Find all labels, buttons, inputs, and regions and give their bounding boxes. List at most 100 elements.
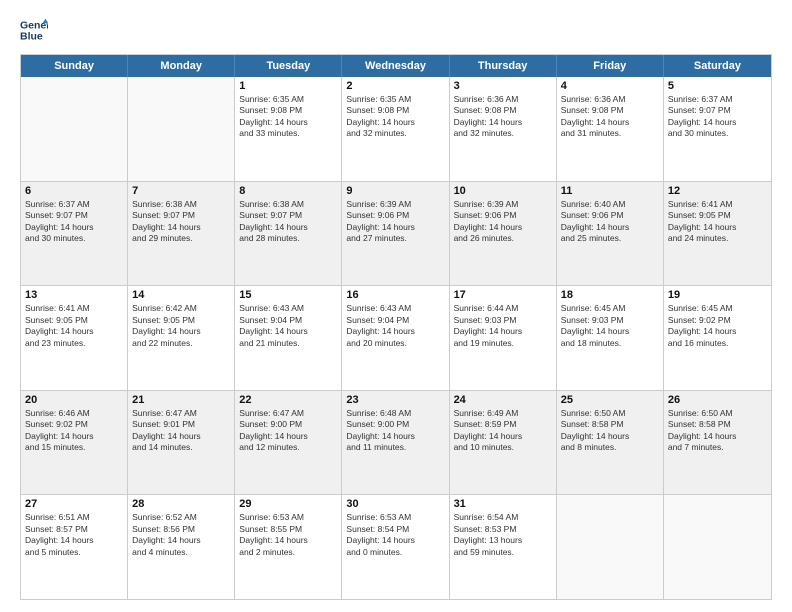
day-cell-6: 6 Sunrise: 6:37 AM Sunset: 9:07 PM Daylig… bbox=[21, 182, 128, 286]
day-number: 25 bbox=[561, 394, 659, 406]
day-number: 8 bbox=[239, 185, 337, 197]
day-cell-12: 12 Sunrise: 6:41 AM Sunset: 9:05 PM Dayli… bbox=[664, 182, 771, 286]
day-info: Sunrise: 6:54 AM Sunset: 8:53 PM Dayligh… bbox=[454, 512, 552, 558]
day-cell-26: 26Sunrise: 6:50 AM Sunset: 8:58 PM Dayli… bbox=[664, 391, 771, 495]
day-header-tuesday: Tuesday bbox=[235, 55, 342, 77]
day-info: Sunrise: 6:45 AM Sunset: 9:03 PM Dayligh… bbox=[561, 303, 659, 349]
day-cell-empty bbox=[664, 495, 771, 599]
day-number: 31 bbox=[454, 498, 552, 510]
day-info: Sunrise: 6:38 AM Sunset: 9:07 PM Dayligh… bbox=[132, 199, 230, 245]
day-info: Sunrise: 6:41 AM Sunset: 9:05 PM Dayligh… bbox=[25, 303, 123, 349]
day-number: 29 bbox=[239, 498, 337, 510]
day-number: 28 bbox=[132, 498, 230, 510]
day-cell-10: 10 Sunrise: 6:39 AM Sunset: 9:06 PM Dayli… bbox=[450, 182, 557, 286]
day-number: 24 bbox=[454, 394, 552, 406]
svg-text:Blue: Blue bbox=[20, 31, 43, 43]
day-info: Sunrise: 6:39 AM Sunset: 9:06 PM Dayligh… bbox=[454, 199, 552, 245]
day-number: 12 bbox=[668, 185, 767, 197]
day-cell-23: 23 Sunrise: 6:48 AM Sunset: 9:00 PM Dayli… bbox=[342, 391, 449, 495]
day-info: Sunrise: 6:53 AM Sunset: 8:54 PM Dayligh… bbox=[346, 512, 444, 558]
day-cell-4: 4Sunrise: 6:36 AM Sunset: 9:08 PM Daylig… bbox=[557, 77, 664, 181]
day-cell-30: 30 Sunrise: 6:53 AM Sunset: 8:54 PM Dayli… bbox=[342, 495, 449, 599]
day-cell-19: 19Sunrise: 6:45 AM Sunset: 9:02 PM Dayli… bbox=[664, 286, 771, 390]
day-number: 3 bbox=[454, 80, 552, 92]
day-number: 20 bbox=[25, 394, 123, 406]
day-cell-empty bbox=[21, 77, 128, 181]
day-info: Sunrise: 6:51 AM Sunset: 8:57 PM Dayligh… bbox=[25, 512, 123, 558]
day-info: Sunrise: 6:48 AM Sunset: 9:00 PM Dayligh… bbox=[346, 408, 444, 454]
day-header-sunday: Sunday bbox=[21, 55, 128, 77]
day-info: Sunrise: 6:44 AM Sunset: 9:03 PM Dayligh… bbox=[454, 303, 552, 349]
day-number: 15 bbox=[239, 289, 337, 301]
day-number: 13 bbox=[25, 289, 123, 301]
day-info: Sunrise: 6:43 AM Sunset: 9:04 PM Dayligh… bbox=[239, 303, 337, 349]
day-cell-31: 31 Sunrise: 6:54 AM Sunset: 8:53 PM Dayli… bbox=[450, 495, 557, 599]
day-header-friday: Friday bbox=[557, 55, 664, 77]
day-info: Sunrise: 6:39 AM Sunset: 9:06 PM Dayligh… bbox=[346, 199, 444, 245]
day-cell-13: 13 Sunrise: 6:41 AM Sunset: 9:05 PM Dayli… bbox=[21, 286, 128, 390]
day-number: 17 bbox=[454, 289, 552, 301]
day-number: 10 bbox=[454, 185, 552, 197]
day-info: Sunrise: 6:47 AM Sunset: 9:00 PM Dayligh… bbox=[239, 408, 337, 454]
day-number: 1 bbox=[239, 80, 337, 92]
day-number: 30 bbox=[346, 498, 444, 510]
week-row-1: 1 Sunrise: 6:35 AM Sunset: 9:08 PM Daylig… bbox=[21, 77, 771, 182]
day-info: Sunrise: 6:37 AM Sunset: 9:07 PM Dayligh… bbox=[668, 94, 767, 140]
day-number: 9 bbox=[346, 185, 444, 197]
day-number: 19 bbox=[668, 289, 767, 301]
day-info: Sunrise: 6:47 AM Sunset: 9:01 PM Dayligh… bbox=[132, 408, 230, 454]
day-cell-3: 3 Sunrise: 6:36 AM Sunset: 9:08 PM Daylig… bbox=[450, 77, 557, 181]
calendar-body: 1 Sunrise: 6:35 AM Sunset: 9:08 PM Daylig… bbox=[21, 77, 771, 599]
day-cell-24: 24 Sunrise: 6:49 AM Sunset: 8:59 PM Dayli… bbox=[450, 391, 557, 495]
day-cell-21: 21 Sunrise: 6:47 AM Sunset: 9:01 PM Dayli… bbox=[128, 391, 235, 495]
day-cell-27: 27 Sunrise: 6:51 AM Sunset: 8:57 PM Dayli… bbox=[21, 495, 128, 599]
day-cell-empty bbox=[557, 495, 664, 599]
day-number: 27 bbox=[25, 498, 123, 510]
day-cell-9: 9 Sunrise: 6:39 AM Sunset: 9:06 PM Daylig… bbox=[342, 182, 449, 286]
day-number: 21 bbox=[132, 394, 230, 406]
day-info: Sunrise: 6:52 AM Sunset: 8:56 PM Dayligh… bbox=[132, 512, 230, 558]
day-cell-11: 11Sunrise: 6:40 AM Sunset: 9:06 PM Dayli… bbox=[557, 182, 664, 286]
week-row-4: 20 Sunrise: 6:46 AM Sunset: 9:02 PM Dayli… bbox=[21, 391, 771, 496]
day-number: 18 bbox=[561, 289, 659, 301]
day-number: 23 bbox=[346, 394, 444, 406]
day-cell-22: 22 Sunrise: 6:47 AM Sunset: 9:00 PM Dayli… bbox=[235, 391, 342, 495]
day-number: 4 bbox=[561, 80, 659, 92]
header: General Blue bbox=[20, 16, 772, 44]
day-cell-7: 7 Sunrise: 6:38 AM Sunset: 9:07 PM Daylig… bbox=[128, 182, 235, 286]
day-info: Sunrise: 6:38 AM Sunset: 9:07 PM Dayligh… bbox=[239, 199, 337, 245]
week-row-5: 27 Sunrise: 6:51 AM Sunset: 8:57 PM Dayli… bbox=[21, 495, 771, 599]
day-info: Sunrise: 6:50 AM Sunset: 8:58 PM Dayligh… bbox=[561, 408, 659, 454]
day-number: 14 bbox=[132, 289, 230, 301]
day-cell-20: 20 Sunrise: 6:46 AM Sunset: 9:02 PM Dayli… bbox=[21, 391, 128, 495]
day-cell-29: 29 Sunrise: 6:53 AM Sunset: 8:55 PM Dayli… bbox=[235, 495, 342, 599]
week-row-3: 13 Sunrise: 6:41 AM Sunset: 9:05 PM Dayli… bbox=[21, 286, 771, 391]
day-info: Sunrise: 6:49 AM Sunset: 8:59 PM Dayligh… bbox=[454, 408, 552, 454]
day-header-thursday: Thursday bbox=[450, 55, 557, 77]
day-cell-16: 16Sunrise: 6:43 AM Sunset: 9:04 PM Dayli… bbox=[342, 286, 449, 390]
day-info: Sunrise: 6:36 AM Sunset: 9:08 PM Dayligh… bbox=[454, 94, 552, 140]
day-cell-1: 1Sunrise: 6:35 AM Sunset: 9:08 PM Daylig… bbox=[235, 77, 342, 181]
day-header-monday: Monday bbox=[128, 55, 235, 77]
day-info: Sunrise: 6:35 AM Sunset: 9:08 PM Dayligh… bbox=[346, 94, 444, 140]
day-info: Sunrise: 6:37 AM Sunset: 9:07 PM Dayligh… bbox=[25, 199, 123, 245]
day-number: 5 bbox=[668, 80, 767, 92]
day-header-saturday: Saturday bbox=[664, 55, 771, 77]
day-cell-empty bbox=[128, 77, 235, 181]
day-number: 7 bbox=[132, 185, 230, 197]
calendar-header: SundayMondayTuesdayWednesdayThursdayFrid… bbox=[21, 55, 771, 77]
day-cell-8: 8 Sunrise: 6:38 AM Sunset: 9:07 PM Daylig… bbox=[235, 182, 342, 286]
day-cell-14: 14Sunrise: 6:42 AM Sunset: 9:05 PM Dayli… bbox=[128, 286, 235, 390]
day-number: 2 bbox=[346, 80, 444, 92]
day-number: 6 bbox=[25, 185, 123, 197]
day-cell-28: 28 Sunrise: 6:52 AM Sunset: 8:56 PM Dayli… bbox=[128, 495, 235, 599]
day-info: Sunrise: 6:41 AM Sunset: 9:05 PM Dayligh… bbox=[668, 199, 767, 245]
day-info: Sunrise: 6:50 AM Sunset: 8:58 PM Dayligh… bbox=[668, 408, 767, 454]
day-info: Sunrise: 6:53 AM Sunset: 8:55 PM Dayligh… bbox=[239, 512, 337, 558]
day-cell-2: 2 Sunrise: 6:35 AM Sunset: 9:08 PM Daylig… bbox=[342, 77, 449, 181]
day-info: Sunrise: 6:46 AM Sunset: 9:02 PM Dayligh… bbox=[25, 408, 123, 454]
logo: General Blue bbox=[20, 16, 54, 44]
day-info: Sunrise: 6:40 AM Sunset: 9:06 PM Dayligh… bbox=[561, 199, 659, 245]
day-number: 22 bbox=[239, 394, 337, 406]
day-cell-5: 5 Sunrise: 6:37 AM Sunset: 9:07 PM Daylig… bbox=[664, 77, 771, 181]
